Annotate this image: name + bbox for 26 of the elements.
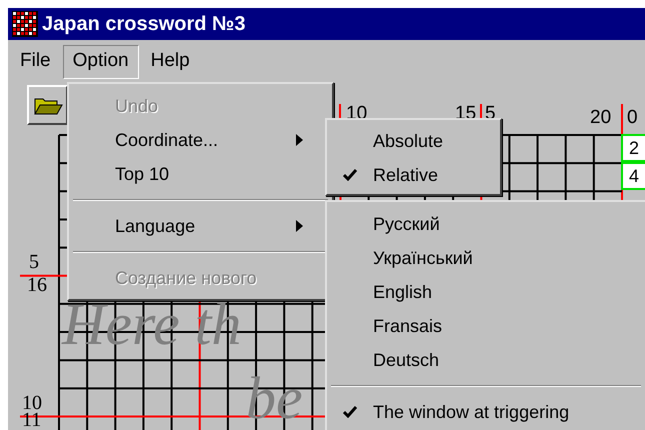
open-button[interactable] [27, 85, 68, 125]
menu-bar-item[interactable]: File [10, 45, 61, 79]
menu-item[interactable]: Fransais [327, 309, 645, 343]
submenu-arrow-icon [296, 134, 303, 146]
menu-item[interactable]: Coordinate... [69, 123, 317, 157]
menu-item[interactable]: Русский [327, 207, 645, 241]
menu-item[interactable]: Top 10 [69, 157, 317, 191]
row-number: 16 [27, 277, 47, 294]
menu-item[interactable]: Relative [327, 158, 500, 192]
grid-app-icon [12, 11, 38, 37]
clue-cell: 4 [621, 162, 645, 190]
column-number: 20 [590, 108, 612, 128]
menu-item[interactable]: Language [69, 209, 317, 243]
column-number: 0 [627, 108, 638, 128]
menu-bar-item[interactable]: Option [62, 45, 139, 79]
menu-item[interactable]: Український [327, 241, 645, 275]
menu-item[interactable]: Absolute [327, 124, 500, 158]
window-title: Japan crossword №3 [42, 12, 246, 36]
submenu-arrow-icon [296, 220, 303, 232]
menu-item[interactable]: The window at triggering [327, 395, 645, 429]
row-number: 5 [29, 254, 39, 271]
menu-bar-item[interactable]: Help [140, 45, 200, 79]
clue-cell: 2 [621, 134, 645, 162]
menu-item[interactable]: Deutsch [327, 343, 645, 377]
menu-item[interactable]: English [327, 275, 645, 309]
row-number: 10 [22, 395, 42, 412]
